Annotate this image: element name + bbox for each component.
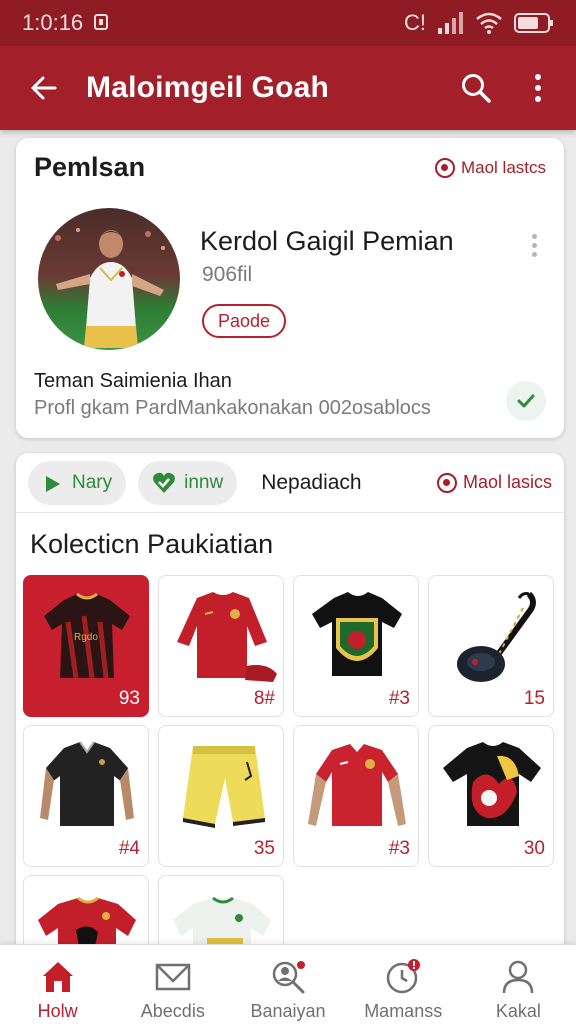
player-more-icon[interactable]: [532, 234, 538, 261]
svg-text:Rgdo: Rgdo: [74, 632, 98, 643]
jersey-red-longsleeve-image: [177, 592, 277, 682]
more-vertical-icon: [535, 74, 541, 102]
heart-check-icon: [153, 472, 176, 493]
check-icon: [517, 394, 535, 408]
collection-item-number: 8#: [253, 688, 275, 709]
back-button[interactable]: [24, 68, 64, 108]
nav-home-label: Holw: [37, 1001, 78, 1021]
tab-chip-new[interactable]: Nary: [28, 460, 127, 505]
signal-icon: [438, 12, 463, 34]
player-photo: [55, 228, 165, 348]
verified-check-button[interactable]: [506, 381, 546, 421]
status-signal-label: C!: [404, 10, 426, 35]
team-name: Teman Saimienia Ihan: [34, 370, 232, 392]
player-name: Kerdol Gaigil Pemian: [200, 226, 454, 256]
collection-grid: Rgdo 93 8# ICGO3 #3 15 #4 35 #3 30: [23, 575, 557, 973]
battery-icon: [514, 13, 553, 33]
collection-tabs: Nary innw Nepadiach Maol lasics: [16, 453, 564, 513]
position-pill[interactable]: Paode: [202, 304, 287, 338]
nav-home[interactable]: Holw: [0, 945, 115, 1024]
arrow-left-icon: [31, 76, 57, 100]
mail-icon: [155, 963, 191, 991]
search-button[interactable]: [456, 68, 496, 108]
collection-more-link-label: Maol lasics: [462, 472, 552, 492]
player-avatar[interactable]: [38, 208, 180, 350]
tab-chip-favorite[interactable]: innw: [138, 460, 238, 505]
search-person-icon: [272, 961, 305, 994]
collection-item-jersey-crest[interactable]: ICGO3 #3: [293, 575, 419, 717]
collection-item-shirt-red[interactable]: #3: [293, 725, 419, 867]
collection-card: Nary innw Nepadiach Maol lasics Kolectic…: [16, 453, 564, 973]
tee-graphic-image: [443, 742, 541, 826]
jersey-crest-image: ICGO3: [312, 592, 402, 676]
target-icon: [436, 472, 457, 493]
target-icon: [434, 157, 455, 178]
polo-black-image: [40, 741, 134, 826]
profile-icon: [503, 960, 534, 994]
app-bar: Maloimgeil Goah: [0, 46, 576, 130]
tab-nepadiach[interactable]: Nepadiach: [261, 471, 361, 495]
collection-item-number: 93: [118, 688, 140, 709]
search-icon: [462, 74, 491, 103]
collection-item-number: #3: [388, 838, 410, 859]
shorts-yellow-image: [183, 746, 265, 828]
home-icon: [42, 962, 73, 992]
collection-item-number: 35: [253, 838, 275, 859]
scarf-badge-image: [457, 591, 536, 682]
nav-search-label: Banaiyan: [250, 1001, 326, 1021]
collection-more-link[interactable]: Maol lasics: [436, 472, 552, 493]
profile-more-link-label: Maol lastcs: [460, 157, 546, 177]
nav-messages-label: Abecdis: [140, 1001, 205, 1021]
clock-badge-icon: [386, 959, 421, 994]
nav-activity[interactable]: Mamanss: [346, 945, 461, 1024]
collection-item-number: 30: [523, 838, 545, 859]
collection-item-tee-graphic[interactable]: 30: [428, 725, 554, 867]
svg-text:ICGO3: ICGO3: [340, 611, 365, 620]
nav-activity-label: Mamanss: [364, 1001, 443, 1021]
nav-profile-label: Kakal: [495, 1001, 541, 1021]
collection-item-number: 15: [523, 688, 545, 709]
more-options-button[interactable]: [518, 68, 558, 108]
nav-profile[interactable]: Kakal: [461, 945, 576, 1024]
collection-item-scarf-badge[interactable]: 15: [428, 575, 554, 717]
collection-item-shorts-yellow[interactable]: 35: [158, 725, 284, 867]
status-bar: 1:0:16 C!: [0, 0, 576, 46]
sim-icon: [94, 14, 109, 30]
app-title: Maloimgeil Goah: [86, 71, 330, 104]
bottom-navigation: Holw Abecdis Banaiyan Mamanss Kakal: [0, 944, 576, 1024]
collection-item-jersey-dark-red[interactable]: Rgdo 93: [23, 575, 149, 717]
player-subtitle: 906fil: [202, 263, 253, 286]
leaf-icon: [46, 475, 60, 492]
tab-chip-favorite-label: innw: [184, 471, 224, 493]
jersey-dark-red-image: Rgdo: [44, 592, 130, 679]
nav-messages[interactable]: Abecdis: [115, 945, 230, 1024]
wifi-icon: [476, 12, 502, 34]
profile-more-link[interactable]: Maol lastcs: [434, 157, 546, 178]
player-profile-card: Pemlsan Maol lastcs Kerdol Gaigil Pemian…: [16, 138, 564, 438]
collection-item-polo-black[interactable]: #4: [23, 725, 149, 867]
collection-item-number: #3: [388, 688, 410, 709]
collection-item-jersey-red-longsleeve[interactable]: 8#: [158, 575, 284, 717]
collection-item-number: #4: [118, 838, 140, 859]
status-time: 1:0:16: [22, 10, 84, 35]
shirt-red-image: [308, 744, 406, 826]
profile-section-title: Pemlsan: [34, 152, 146, 182]
nav-search[interactable]: Banaiyan: [230, 945, 345, 1024]
team-description: Profl gkam PardMankakonakan 002osablocs: [34, 397, 431, 419]
tab-chip-new-label: Nary: [72, 471, 113, 493]
collection-title: Kolecticn Paukiatian: [30, 529, 274, 559]
